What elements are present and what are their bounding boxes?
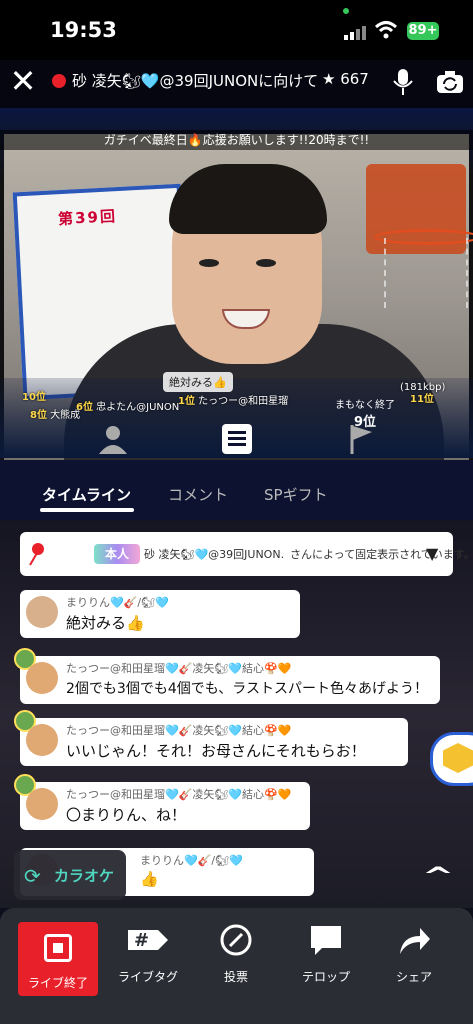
vote-label: 投票 [223, 970, 248, 984]
timeline-list-icon[interactable] [220, 422, 254, 456]
whiteboard-text: 第39回 [57, 207, 118, 229]
refresh-icon: ⟳ [24, 864, 41, 888]
caption-icon [311, 926, 341, 955]
privacy-dot [343, 8, 349, 14]
end-live-button[interactable]: ライブ終了 [18, 922, 98, 996]
battery-indicator: 89+ [407, 22, 439, 40]
share-icon [400, 928, 430, 954]
chevron-down-icon[interactable]: ▼ [426, 544, 438, 563]
gift-button[interactable] [430, 732, 473, 786]
owner-badge: 本人 [94, 544, 140, 564]
karaoke-label: カラオケ [54, 867, 115, 885]
live-video[interactable]: 第39回 ガチイベ最終日🔥応援お願いします!!20時まで!! 10位 8位 大熊… [0, 108, 473, 460]
caption-button[interactable]: テロップ [286, 922, 366, 985]
pinned-author: 砂 凌矢🐿🩵@39回JUNON… [144, 548, 284, 561]
live-header: ✕ 砂 凌矢🐿🩵@39回JUNONに向けて ★ 667 [0, 60, 473, 108]
comment-text: 絶対みる👍 [66, 614, 145, 632]
video-banner: ガチイベ最終日🔥応援お願いします!!20時まで!! [0, 130, 473, 150]
share-label: シェア [395, 970, 432, 984]
tab-sp-gift[interactable]: SPギフト [264, 484, 328, 505]
tab-comment[interactable]: コメント [168, 484, 228, 505]
svg-text:#: # [134, 930, 149, 951]
close-icon[interactable]: ✕ [8, 65, 38, 97]
stop-icon [44, 934, 72, 962]
ranking-item[interactable]: 6位 忠よたん@JUNON [76, 398, 179, 413]
karaoke-button[interactable]: ⟳ カラオケ [14, 850, 126, 900]
microphone-icon[interactable] [392, 68, 414, 96]
end-live-label: ライブ終了 [27, 976, 88, 990]
avatar[interactable] [26, 662, 58, 694]
comment-text: 👍 [140, 870, 159, 888]
profile-icon[interactable] [96, 422, 130, 456]
comment-item[interactable]: まりりん🩵🎸/🐿🩵 絶対みる👍 [20, 590, 300, 638]
streamer-eye [199, 259, 219, 267]
comment-author: たっつー@和田星瑠🩵🎸凌矢🐿🩵結心🍄🧡 [66, 788, 292, 801]
pinned-message[interactable]: 本人 砂 凌矢🐿🩵@39回JUNON… さんによって固定表示されています。 ▼ [20, 532, 473, 576]
comment-item[interactable]: たっつー@和田星瑠🩵🎸凌矢🐿🩵結心🍄🧡 いいじゃん！それ！お母さんにそれもらお！ [14, 710, 408, 766]
flag-icon[interactable] [344, 422, 378, 456]
bottom-toolbar: ライブ終了 # ライブタグ 投票 テロップ シェア [0, 908, 473, 1024]
avatar[interactable] [26, 788, 58, 820]
ranking-item[interactable]: 10位 [22, 388, 46, 403]
vote-icon [220, 924, 252, 956]
bitrate-text: (181kbp) [400, 382, 446, 393]
hoop-net [384, 238, 468, 308]
floating-comment: 絶対みる👍 [163, 372, 233, 392]
comment-text: 〇まりりん、ね！ [66, 806, 187, 824]
ranking-item[interactable]: 8位 大熊成 [30, 406, 80, 421]
camera-flip-icon[interactable] [436, 70, 464, 94]
live-tag-button[interactable]: # ライブタグ [108, 922, 188, 985]
comment-item[interactable]: たっつー@和田星瑠🩵🎸凌矢🐿🩵結心🍄🧡 2個でも3個でも4個でも、ラストスパート… [14, 648, 440, 704]
streamer-eye [256, 259, 276, 267]
share-button[interactable]: シェア [374, 922, 454, 985]
recording-indicator-icon [52, 74, 66, 88]
comment-text: いいじゃん！それ！お母さんにそれもらお！ [66, 742, 366, 760]
star-count: ★ 667 [322, 70, 369, 88]
ranking-item[interactable]: 1位 たっつー@和田星瑠 [178, 392, 288, 407]
hashtag-icon: # [128, 930, 168, 951]
wifi-icon [374, 21, 398, 39]
comment-author: まりりん🩵🎸/🐿🩵 [140, 854, 243, 867]
comment-text: 2個でも3個でも4個でも、ラストスパート色々あげよう！ [66, 681, 429, 697]
pin-icon [29, 543, 44, 566]
comment-author: たっつー@和田星瑠🩵🎸凌矢🐿🩵結心🍄🧡 [66, 662, 292, 675]
chevron-up-icon[interactable]: ^ [422, 862, 454, 890]
comment-author: まりりん🩵🎸/🐿🩵 [66, 596, 169, 609]
tab-timeline[interactable]: タイムライン [42, 484, 131, 505]
streamer-hair [169, 164, 327, 234]
status-bar: 19:53 89+ [0, 0, 473, 60]
gift-hexagon-icon [443, 743, 473, 773]
status-time: 19:53 [50, 18, 117, 42]
pinned-note: さんによって固定表示されています。 [290, 548, 473, 561]
caption-label: テロップ [301, 970, 350, 984]
signal-icon [344, 26, 366, 40]
stream-title[interactable]: 砂 凌矢🐿🩵@39回JUNONに向けて [72, 70, 320, 91]
avatar[interactable] [26, 724, 58, 756]
active-tab-indicator [40, 508, 134, 512]
comment-author: たっつー@和田星瑠🩵🎸凌矢🐿🩵結心🍄🧡 [66, 724, 292, 737]
live-tag-label: ライブタグ [117, 970, 178, 984]
next-rank-text: まもなく終了 [335, 400, 395, 411]
comment-item[interactable]: たっつー@和田星瑠🩵🎸凌矢🐿🩵結心🍄🧡 〇まりりん、ね！ [14, 774, 310, 830]
vote-button[interactable]: 投票 [196, 922, 276, 985]
avatar[interactable] [26, 596, 58, 628]
